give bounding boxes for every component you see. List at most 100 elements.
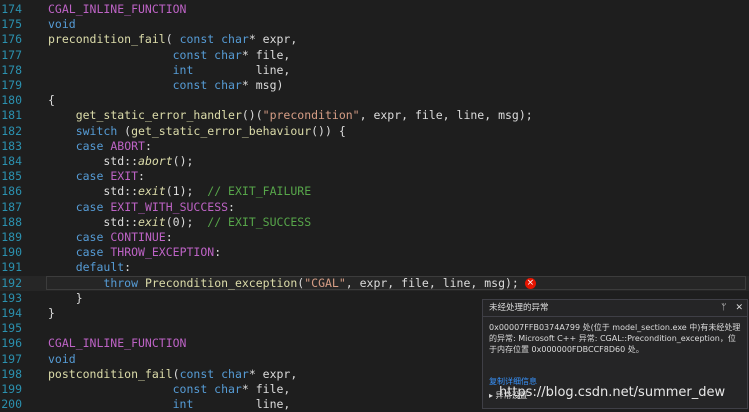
- watermark-text: https://blog.csdn.net/summer_dew: [499, 385, 726, 400]
- code-line[interactable]: 188 std::exit(0); // EXIT_SUCCESS: [0, 215, 749, 230]
- code-token: precondition_fail: [48, 32, 166, 47]
- code-token: * file,: [241, 382, 291, 396]
- line-number: 186: [1, 184, 22, 199]
- code-line[interactable]: 178 int line,: [0, 63, 749, 78]
- pin-icon[interactable]: ᛘ: [721, 303, 726, 313]
- code-text: void: [48, 352, 76, 367]
- code-text: get_static_error_handler()("precondition…: [48, 108, 533, 123]
- line-number: 176: [1, 32, 22, 47]
- code-line[interactable]: 174 CGAL_INLINE_FUNCTION: [0, 2, 749, 17]
- code-token: line,: [193, 397, 291, 412]
- code-token: case: [75, 199, 104, 214]
- code-token: ()(: [241, 108, 263, 123]
- close-icon[interactable]: ✕: [735, 303, 743, 313]
- code-text: }: [48, 306, 55, 321]
- code-token: :: [228, 199, 235, 214]
- code-token: switch: [75, 123, 118, 138]
- code-token: :: [214, 245, 222, 260]
- code-token: , expr, file, line, msg);: [359, 108, 533, 123]
- code-token: CGAL_INLINE_FUNCTION: [48, 2, 187, 16]
- code-text: {: [48, 93, 55, 108]
- code-token: abort: [138, 154, 173, 168]
- line-number: 195: [1, 321, 22, 336]
- error-icon[interactable]: ×: [524, 277, 536, 289]
- code-token: int: [172, 397, 194, 412]
- code-token: * file,: [241, 47, 291, 62]
- code-line[interactable]: 175 void: [0, 17, 749, 32]
- code-text: precondition_fail( const char* expr,: [48, 32, 297, 47]
- line-number: 181: [1, 108, 22, 123]
- code-text: const char* file,: [48, 47, 291, 63]
- code-line[interactable]: 192 throw Precondition_exception("CGAL",…: [0, 275, 749, 291]
- line-number: 199: [1, 382, 22, 396]
- code-text: switch (get_static_error_behaviour()) {: [48, 124, 346, 139]
- code-token: Precondition_exception: [144, 275, 298, 290]
- code-token: :: [124, 260, 132, 275]
- code-line[interactable]: 183 case ABORT:: [0, 139, 749, 154]
- code-text: case THROW_EXCEPTION:: [48, 245, 221, 260]
- line-number: 200: [1, 397, 22, 412]
- code-line[interactable]: 181 get_static_error_handler()("precondi…: [0, 108, 749, 123]
- code-token: :: [165, 230, 173, 244]
- code-token: // EXIT_SUCCESS: [207, 214, 312, 229]
- line-number: 182: [1, 123, 22, 138]
- code-line[interactable]: 190 case THROW_EXCEPTION:: [0, 245, 749, 260]
- code-line[interactable]: 185 case EXIT:: [0, 169, 749, 184]
- line-number: 194: [1, 306, 22, 320]
- code-line[interactable]: 187 case EXIT_WITH_SUCCESS:: [0, 200, 749, 215]
- code-token: THROW_EXCEPTION: [110, 245, 215, 260]
- code-token: void: [48, 351, 76, 366]
- code-line[interactable]: 186 std::exit(1); // EXIT_FAILURE: [0, 184, 749, 199]
- code-token: EXIT: [110, 169, 139, 184]
- exception-popup-title: 未经处理的异常: [489, 303, 549, 313]
- line-number: 174: [1, 2, 22, 16]
- code-line[interactable]: 189 case CONTINUE:: [0, 230, 749, 245]
- code-token: int: [172, 62, 194, 77]
- code-token: const char: [172, 78, 242, 92]
- code-token: exit: [138, 184, 166, 199]
- line-number: 179: [1, 78, 22, 92]
- code-text: throw Precondition_exception("CGAL", exp…: [48, 276, 536, 291]
- code-token: std: [48, 154, 125, 168]
- line-number: 184: [1, 154, 22, 168]
- code-token: CGAL_INLINE_FUNCTION: [48, 336, 187, 351]
- code-line[interactable]: 182 switch (get_static_error_behaviour()…: [0, 124, 749, 139]
- code-token: CONTINUE: [110, 230, 166, 244]
- code-token: const char: [172, 382, 242, 396]
- code-token: ABORT: [110, 138, 145, 153]
- code-token: (1);: [165, 184, 208, 199]
- code-token: line,: [193, 62, 291, 77]
- line-number: 193: [1, 290, 22, 305]
- code-text: const char* msg): [48, 78, 284, 93]
- code-text: CGAL_INLINE_FUNCTION: [48, 2, 186, 17]
- code-line[interactable]: 184 std::abort();: [0, 154, 749, 169]
- code-line[interactable]: 177 const char* file,: [0, 48, 749, 63]
- code-token: const char: [172, 47, 242, 62]
- code-token: case: [75, 230, 104, 244]
- code-token: ();: [172, 154, 194, 168]
- code-token: throw: [103, 275, 139, 290]
- code-token: postcondition_fail: [48, 366, 173, 381]
- code-line[interactable]: 176 precondition_fail( const char* expr,: [0, 32, 749, 47]
- code-line[interactable]: 180 {: [0, 93, 749, 108]
- code-line[interactable]: 179 const char* msg): [0, 78, 749, 93]
- code-text: void: [48, 17, 76, 32]
- exception-message: 0x00007FFB0374A799 处(位于 model_section.ex…: [489, 323, 741, 354]
- code-text: }: [48, 291, 83, 306]
- code-line[interactable]: 191 default:: [0, 260, 749, 275]
- code-text: case ABORT:: [48, 139, 152, 154]
- code-text: int line,: [48, 62, 291, 78]
- code-text: const char* file,: [48, 382, 291, 397]
- code-token: (: [117, 123, 132, 138]
- code-token: ()) {: [311, 123, 346, 138]
